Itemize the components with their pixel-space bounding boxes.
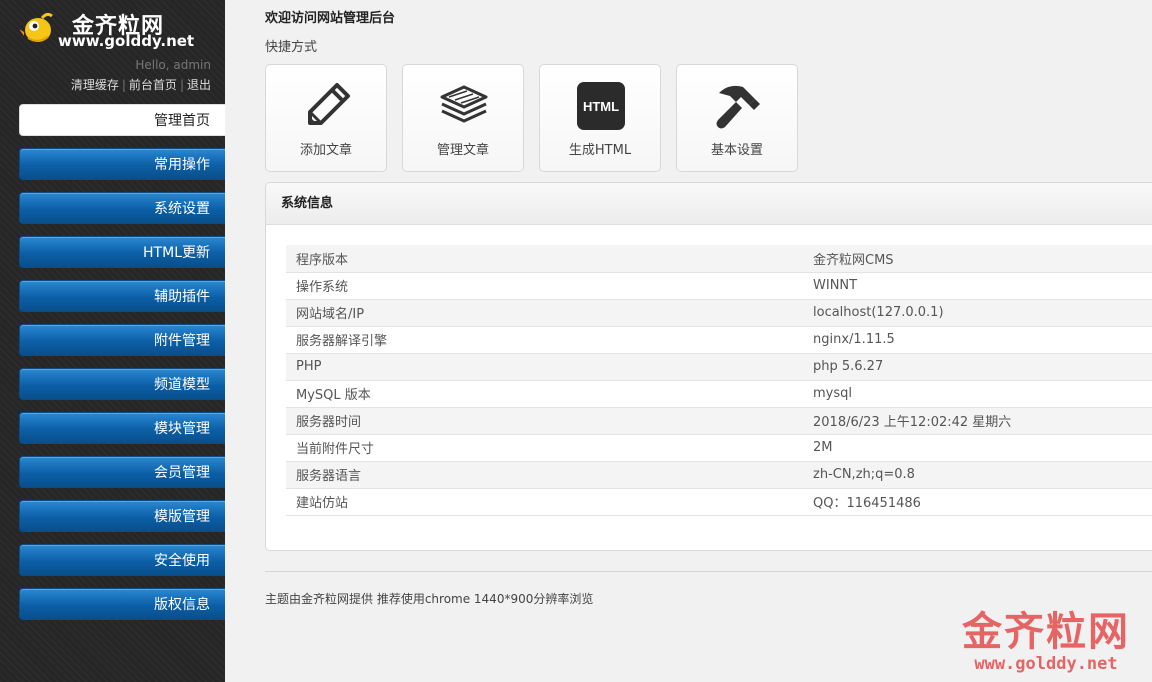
info-value: 2018/6/23 上午12:02:42 星期六 bbox=[803, 407, 1152, 435]
nav-item-html-update[interactable]: HTML更新 bbox=[19, 236, 225, 268]
table-row: PHP php 5.6.27 bbox=[286, 353, 1152, 381]
info-key: 程序版本 bbox=[286, 245, 803, 273]
bird-logo-icon bbox=[20, 12, 53, 42]
nav-item-system-settings[interactable]: 系统设置 bbox=[19, 192, 225, 224]
divider: | bbox=[179, 78, 184, 92]
nav-item-channel-models[interactable]: 频道模型 bbox=[19, 368, 225, 400]
table-row: 服务器语言 zh-CN,zh;q=0.8 bbox=[286, 461, 1152, 489]
manage-articles-label: 管理文章 bbox=[436, 143, 489, 158]
manage-articles-shortcut[interactable]: 管理文章 bbox=[402, 64, 524, 172]
watermark: 金齐粒网 www.golddy.net bbox=[956, 610, 1136, 676]
table-row: 程序版本 金齐粒网CMS bbox=[286, 245, 1152, 273]
table-row: 操作系统 WINNT bbox=[286, 272, 1152, 300]
main-content: 欢迎访问网站管理后台 快捷方式 添加文章 管理文章 HTML 生成HTML 基本… bbox=[225, 0, 1152, 682]
info-value: mysql bbox=[803, 380, 1152, 408]
info-key: 操作系统 bbox=[286, 272, 803, 300]
generate-html-shortcut[interactable]: HTML 生成HTML bbox=[539, 64, 661, 172]
info-key: 当前附件尺寸 bbox=[286, 434, 803, 462]
nav-item-security[interactable]: 安全使用 bbox=[19, 544, 225, 576]
logo[interactable]: 金齐粒网 www.golddy.net bbox=[20, 8, 220, 52]
frontend-home-link[interactable]: 前台首页 bbox=[129, 78, 177, 92]
basic-settings-shortcut[interactable]: 基本设置 bbox=[676, 64, 798, 172]
info-key: 服务器语言 bbox=[286, 461, 803, 489]
pencil-icon bbox=[308, 83, 350, 125]
info-key: 网站域名/IP bbox=[286, 299, 803, 327]
divider: | bbox=[121, 78, 126, 92]
footer-divider bbox=[265, 571, 1152, 572]
info-value: localhost(127.0.0.1) bbox=[803, 299, 1152, 327]
nav-item-common-ops[interactable]: 常用操作 bbox=[19, 148, 225, 180]
info-value: php 5.6.27 bbox=[803, 353, 1152, 381]
info-key: 建站仿站 bbox=[286, 488, 803, 516]
nav-item-attachments[interactable]: 附件管理 bbox=[19, 324, 225, 356]
system-info-panel: 系统信息 程序版本 金齐粒网CMS 操作系统 WINNT 网站域名/IP localh… bbox=[265, 182, 1152, 551]
info-key: PHP bbox=[286, 353, 803, 381]
watermark-name: 金齐粒网 bbox=[962, 609, 1130, 655]
info-value: WINNT bbox=[803, 272, 1152, 300]
nav-item-copyright[interactable]: 版权信息 bbox=[19, 588, 225, 620]
page-title: 欢迎访问网站管理后台 bbox=[265, 11, 396, 26]
nav-item-modules[interactable]: 模块管理 bbox=[19, 412, 225, 444]
table-row: 当前附件尺寸 2M bbox=[286, 434, 1152, 462]
clear-cache-link[interactable]: 清理缓存 bbox=[71, 78, 119, 92]
info-key: MySQL 版本 bbox=[286, 380, 803, 408]
basic-settings-label: 基本设置 bbox=[710, 143, 763, 158]
info-value: zh-CN,zh;q=0.8 bbox=[803, 461, 1152, 489]
nav-item-plugins[interactable]: 辅助插件 bbox=[19, 280, 225, 312]
info-key: 服务器时间 bbox=[286, 407, 803, 435]
sidebar: 金齐粒网 www.golddy.net Hello, admin 清理缓存 | 前台… bbox=[0, 0, 225, 682]
table-row: 服务器解译引擎 nginx/1.11.5 bbox=[286, 326, 1152, 354]
logout-link[interactable]: 退出 bbox=[187, 78, 211, 92]
info-value: nginx/1.11.5 bbox=[803, 326, 1152, 354]
table-row: 网站域名/IP localhost(127.0.0.1) bbox=[286, 299, 1152, 327]
table-row: 服务器时间 2018/6/23 上午12:02:42 星期六 bbox=[286, 407, 1152, 435]
info-value: 2M bbox=[803, 434, 1152, 462]
nav-item-templates[interactable]: 模版管理 bbox=[19, 500, 225, 532]
system-info-table: 程序版本 金齐粒网CMS 操作系统 WINNT 网站域名/IP localhost(1… bbox=[286, 245, 1152, 516]
sidebar-nav: 管理首页 常用操作 系统设置 HTML更新 辅助插件 附件管理 频道模型 模块管… bbox=[19, 104, 225, 632]
html-icon-text: HTML bbox=[583, 99, 619, 114]
add-article-shortcut[interactable]: 添加文章 bbox=[265, 64, 387, 172]
table-row: 建站仿站 QQ：116451486 bbox=[286, 488, 1152, 516]
nav-item-admin-home[interactable]: 管理首页 bbox=[19, 104, 225, 136]
footer-text: 主题由金齐粒网提供 推荐使用chrome 1440*900分辨率浏览 bbox=[265, 592, 594, 606]
info-key: 服务器解译引擎 bbox=[286, 326, 803, 354]
table-row: MySQL 版本 mysql bbox=[286, 380, 1152, 408]
shortcuts-heading: 快捷方式 bbox=[265, 40, 318, 55]
watermark-url: www.golddy.net bbox=[974, 654, 1118, 674]
nav-item-members[interactable]: 会员管理 bbox=[19, 456, 225, 488]
generate-html-label: 生成HTML bbox=[568, 143, 632, 158]
brand-url: www.golddy.net bbox=[58, 32, 195, 50]
info-value: 金齐粒网CMS bbox=[803, 245, 1152, 273]
html-icon: HTML bbox=[577, 82, 625, 130]
add-article-label: 添加文章 bbox=[299, 143, 352, 158]
stack-icon bbox=[440, 85, 488, 123]
top-links: 清理缓存 | 前台首页 | 退出 bbox=[71, 76, 211, 93]
hello-user: Hello, admin bbox=[135, 58, 211, 72]
hammer-icon bbox=[716, 85, 760, 129]
system-info-title: 系统信息 bbox=[266, 183, 1152, 225]
info-value: QQ：116451486 bbox=[803, 488, 1152, 516]
